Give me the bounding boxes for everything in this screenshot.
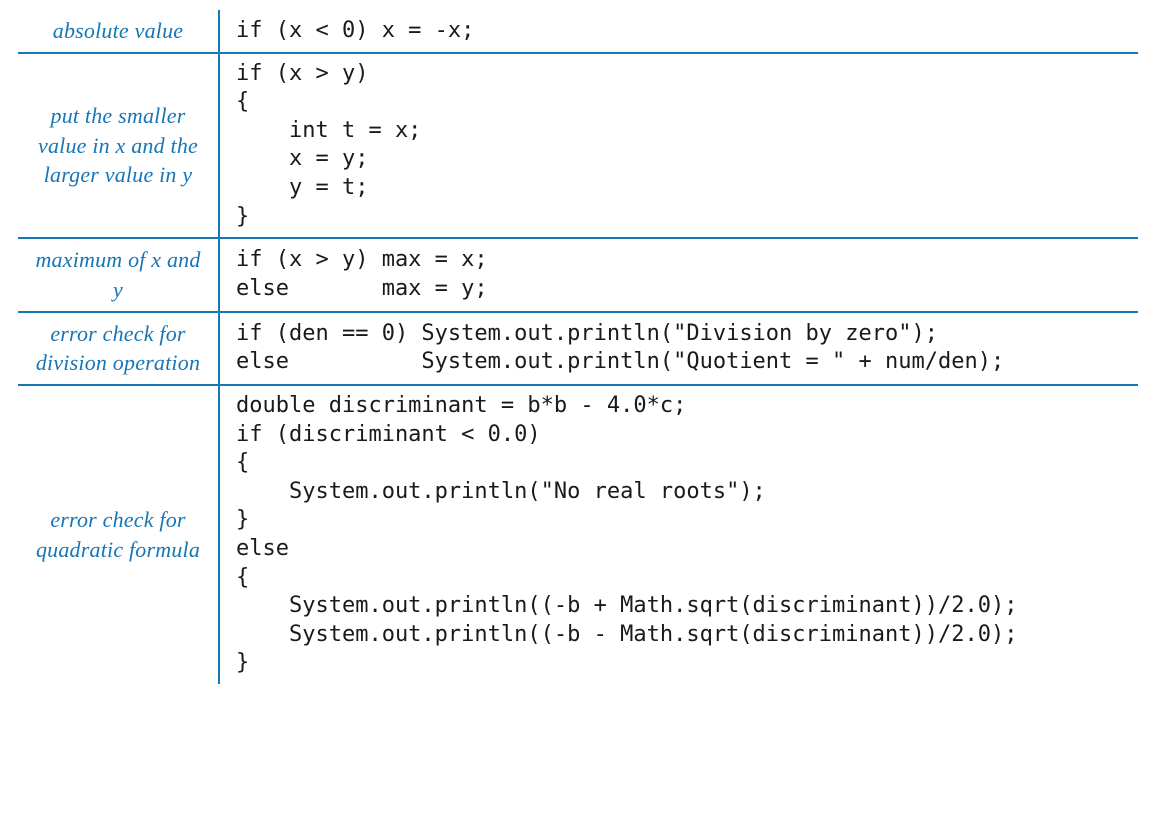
example-code: double discriminant = b*b - 4.0*c; if (d…	[219, 385, 1138, 684]
table-row: error check for quadratic formula double…	[18, 385, 1138, 684]
table-row: error check for division operation if (d…	[18, 312, 1138, 385]
example-code: if (x < 0) x = -x;	[219, 10, 1138, 53]
example-label: error check for quadratic formula	[18, 385, 219, 684]
example-code: if (den == 0) System.out.println("Divisi…	[219, 312, 1138, 385]
table-row: absolute value if (x < 0) x = -x;	[18, 10, 1138, 53]
example-label: absolute value	[18, 10, 219, 53]
example-label: maximum of x and y	[18, 238, 219, 311]
code-examples-table-page: absolute value if (x < 0) x = -x; put th…	[0, 0, 1156, 714]
example-label: put the smaller value in x and the large…	[18, 53, 219, 239]
table-row: put the smaller value in x and the large…	[18, 53, 1138, 239]
example-code: if (x > y) { int t = x; x = y; y = t; }	[219, 53, 1138, 239]
table-row: maximum of x and y if (x > y) max = x; e…	[18, 238, 1138, 311]
code-examples-table: absolute value if (x < 0) x = -x; put th…	[18, 10, 1138, 684]
example-label: error check for division operation	[18, 312, 219, 385]
example-code: if (x > y) max = x; else max = y;	[219, 238, 1138, 311]
